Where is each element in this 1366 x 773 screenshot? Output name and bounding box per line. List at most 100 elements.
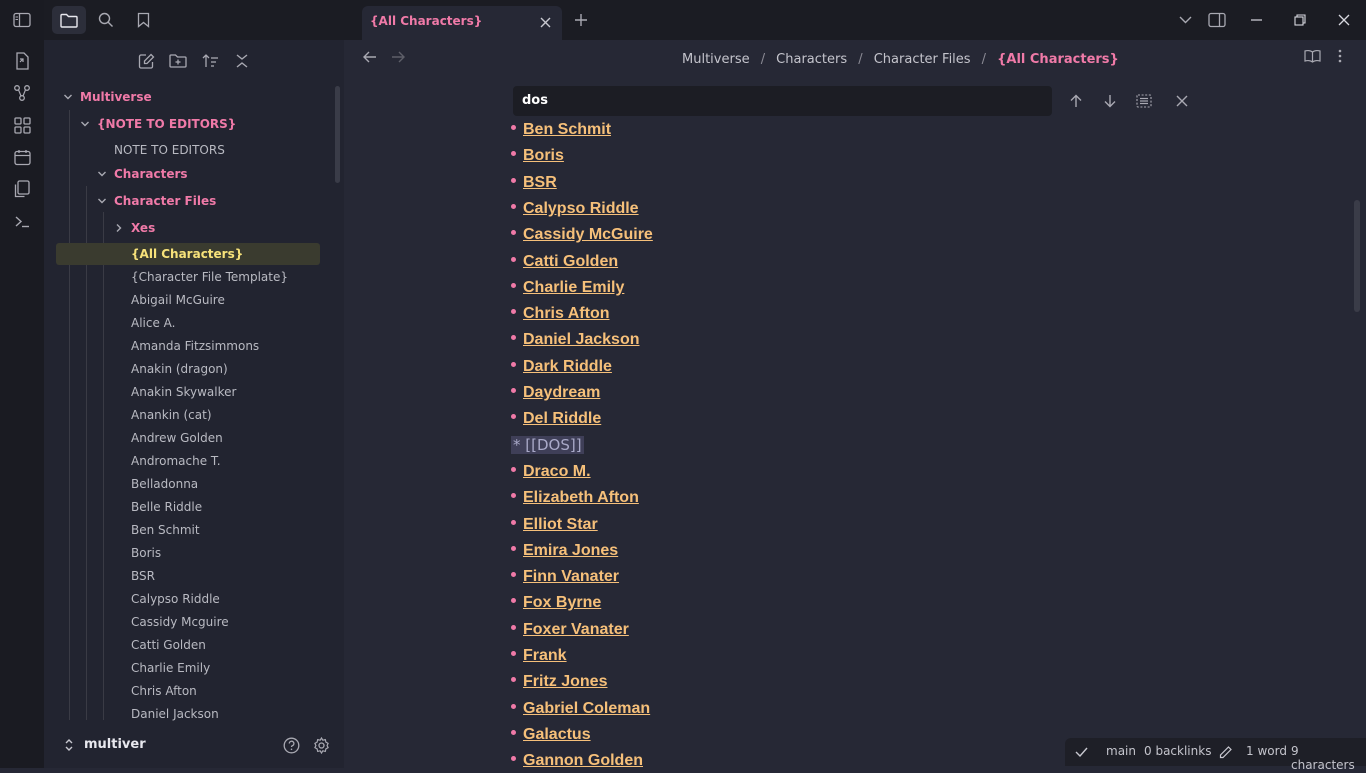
tree-file[interactable]: Anakin (dragon) bbox=[44, 358, 334, 380]
tree-file[interactable]: Chris Afton bbox=[44, 680, 334, 702]
dos-line-search-match[interactable]: * [[DOS]] bbox=[511, 433, 584, 457]
tree-folder[interactable]: Xes bbox=[44, 217, 334, 239]
window-minimize-icon[interactable] bbox=[1248, 11, 1264, 29]
vault-switcher-chevron-icon[interactable] bbox=[62, 737, 76, 753]
next-match-arrow-down-icon[interactable] bbox=[1101, 92, 1119, 110]
edit-pencil-icon[interactable] bbox=[1218, 744, 1232, 760]
internal-link[interactable]: BSR bbox=[523, 174, 557, 191]
tree-folder[interactable]: Characters bbox=[44, 163, 334, 185]
terminal-icon[interactable] bbox=[12, 211, 32, 231]
reading-view-book-icon[interactable] bbox=[1302, 47, 1322, 65]
tree-file[interactable]: Catti Golden bbox=[44, 634, 334, 656]
internal-link[interactable]: Elizabeth Afton bbox=[523, 489, 639, 506]
right-sidebar-toggle-icon[interactable] bbox=[1207, 10, 1227, 30]
files-tab-folder-icon[interactable] bbox=[52, 6, 86, 34]
tree-file[interactable]: Belle Riddle bbox=[44, 496, 334, 518]
forward-arrow-icon[interactable] bbox=[389, 48, 407, 66]
internal-link[interactable]: Foxer Vanater bbox=[523, 621, 629, 638]
internal-link[interactable]: Daniel Jackson bbox=[523, 331, 640, 348]
canvas-icon[interactable] bbox=[12, 115, 32, 135]
vault-name[interactable]: multiver bbox=[84, 737, 146, 752]
breadcrumb-current[interactable]: {All Characters} bbox=[997, 52, 1119, 67]
quick-switcher-icon[interactable] bbox=[12, 51, 32, 71]
internal-link[interactable]: Dark Riddle bbox=[523, 358, 612, 375]
internal-link[interactable]: Fritz Jones bbox=[523, 673, 607, 690]
select-all-matches-icon[interactable] bbox=[1135, 92, 1153, 110]
internal-link[interactable]: Calypso Riddle bbox=[523, 200, 639, 217]
sidebar-scrollbar[interactable] bbox=[335, 86, 340, 183]
collapse-all-icon[interactable] bbox=[232, 51, 252, 71]
internal-link[interactable]: Cassidy McGuire bbox=[523, 226, 653, 243]
tree-file[interactable]: Charlie Emily bbox=[44, 657, 334, 679]
internal-link[interactable]: Boris bbox=[523, 147, 564, 164]
tree-file[interactable]: Anankin (cat) bbox=[44, 404, 334, 426]
git-branch[interactable]: main bbox=[1106, 744, 1136, 758]
new-folder-icon[interactable] bbox=[168, 51, 188, 71]
tree-folder[interactable]: Multiverse bbox=[44, 86, 334, 108]
graph-view-icon[interactable] bbox=[12, 83, 32, 103]
previous-match-arrow-up-icon[interactable] bbox=[1067, 92, 1085, 110]
window-restore-icon[interactable] bbox=[1292, 11, 1308, 29]
breadcrumb-item[interactable]: Multiverse bbox=[682, 52, 750, 67]
internal-link[interactable]: Chris Afton bbox=[523, 305, 610, 322]
internal-link[interactable]: Charlie Emily bbox=[523, 279, 624, 296]
breadcrumb-item[interactable]: Characters bbox=[776, 52, 847, 67]
chevron-down-icon[interactable] bbox=[80, 119, 90, 129]
close-tab-icon[interactable] bbox=[538, 15, 552, 29]
sort-icon[interactable] bbox=[200, 51, 220, 71]
tree-file[interactable]: Andrew Golden bbox=[44, 427, 334, 449]
chevron-down-icon[interactable] bbox=[97, 196, 107, 206]
chevron-right-icon[interactable] bbox=[114, 223, 124, 233]
tree-file[interactable]: Ben Schmit bbox=[44, 519, 334, 541]
editor-scrollbar[interactable] bbox=[1354, 200, 1360, 312]
help-icon[interactable] bbox=[281, 736, 301, 754]
internal-link[interactable]: Draco M. bbox=[523, 463, 591, 480]
tree-file[interactable]: BSR bbox=[44, 565, 334, 587]
internal-link[interactable]: Gannon Golden bbox=[523, 752, 643, 769]
tree-file[interactable]: {All Characters} bbox=[56, 243, 320, 265]
calendar-icon[interactable] bbox=[12, 147, 32, 167]
highlighted-text[interactable]: * [[DOS]] bbox=[511, 436, 584, 454]
sidebar-toggle-icon[interactable] bbox=[12, 11, 32, 29]
internal-link[interactable]: Galactus bbox=[523, 726, 591, 743]
tree-file[interactable]: NOTE TO EDITORS bbox=[44, 139, 334, 161]
tree-file[interactable]: Daniel Jackson bbox=[44, 703, 334, 725]
chevron-down-icon[interactable] bbox=[97, 169, 107, 179]
internal-link[interactable]: Frank bbox=[523, 647, 567, 664]
bookmarks-tab-icon[interactable] bbox=[133, 10, 153, 30]
more-options-icon[interactable] bbox=[1332, 47, 1348, 65]
close-find-icon[interactable] bbox=[1173, 92, 1191, 110]
tree-file[interactable]: Calypso Riddle bbox=[44, 588, 334, 610]
tree-file[interactable]: Andromache T. bbox=[44, 450, 334, 472]
internal-link[interactable]: Del Riddle bbox=[523, 410, 601, 427]
breadcrumb-item[interactable]: Character Files bbox=[874, 52, 971, 67]
tree-file[interactable]: Alice A. bbox=[44, 312, 334, 334]
internal-link[interactable]: Gabriel Coleman bbox=[523, 700, 650, 717]
window-close-icon[interactable] bbox=[1336, 11, 1352, 29]
internal-link[interactable]: Finn Vanater bbox=[523, 568, 619, 585]
copy-files-icon[interactable] bbox=[12, 179, 32, 199]
chevron-down-icon[interactable] bbox=[63, 92, 73, 102]
new-tab-plus-icon[interactable] bbox=[572, 11, 590, 29]
tree-file[interactable]: Anakin Skywalker bbox=[44, 381, 334, 403]
find-input[interactable]: dos bbox=[522, 93, 548, 108]
internal-link[interactable]: Ben Schmit bbox=[523, 121, 611, 138]
tree-folder[interactable]: {NOTE TO EDITORS} bbox=[44, 113, 334, 135]
new-note-icon[interactable] bbox=[136, 51, 156, 71]
back-arrow-icon[interactable] bbox=[361, 48, 379, 66]
internal-link[interactable]: Fox Byrne bbox=[523, 594, 601, 611]
tree-folder[interactable]: Character Files bbox=[44, 190, 334, 212]
internal-link[interactable]: Daydream bbox=[523, 384, 600, 401]
tab-list-chevron-icon[interactable] bbox=[1176, 11, 1194, 29]
tree-file[interactable]: Cassidy Mcguire bbox=[44, 611, 334, 633]
backlinks-count[interactable]: 0 backlinks bbox=[1144, 744, 1211, 758]
internal-link[interactable]: Emira Jones bbox=[523, 542, 618, 559]
tab-all-characters[interactable]: {All Characters} bbox=[362, 6, 562, 40]
tree-file[interactable]: Amanda Fitzsimmons bbox=[44, 335, 334, 357]
settings-gear-icon[interactable] bbox=[311, 736, 331, 754]
tree-file[interactable]: Abigail McGuire bbox=[44, 289, 334, 311]
tree-file[interactable]: Boris bbox=[44, 542, 334, 564]
tree-file[interactable]: {Character File Template} bbox=[44, 266, 334, 288]
internal-link[interactable]: Catti Golden bbox=[523, 253, 618, 270]
tree-file[interactable]: Belladonna bbox=[44, 473, 334, 495]
